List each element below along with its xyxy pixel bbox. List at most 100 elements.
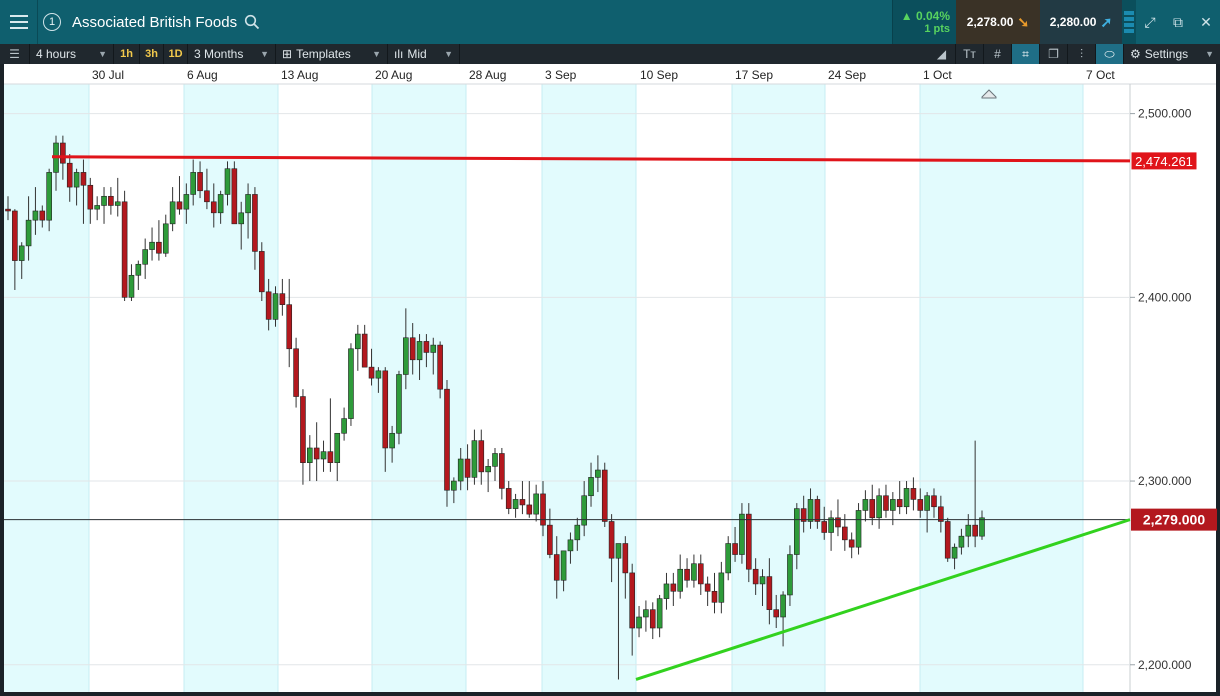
candle-body bbox=[677, 568, 683, 592]
candle-body bbox=[430, 344, 437, 353]
draw-line-icon[interactable]: ◢ bbox=[928, 44, 956, 64]
candle-body bbox=[697, 563, 704, 585]
grid-icon[interactable]: # bbox=[984, 44, 1012, 64]
templates-icon: ⊞ bbox=[282, 47, 293, 61]
x-tick-label: 30 Jul bbox=[92, 68, 124, 82]
list-icon[interactable]: ☰ bbox=[0, 44, 30, 64]
candle-body bbox=[348, 348, 354, 419]
menu-icon[interactable] bbox=[0, 0, 38, 44]
candle-body bbox=[355, 333, 361, 350]
candle-body bbox=[39, 210, 46, 221]
candle-body bbox=[574, 524, 581, 541]
candle-body bbox=[869, 499, 876, 519]
buy-price-button[interactable]: 2,280.00 ➚ bbox=[1040, 0, 1122, 44]
close-icon[interactable]: ✕ bbox=[1192, 0, 1220, 44]
candle-body bbox=[444, 388, 450, 491]
chevron-down-icon: ▼ bbox=[260, 49, 269, 59]
interval-select[interactable]: 4 hours ▼ bbox=[30, 44, 114, 64]
candle-body bbox=[821, 521, 828, 533]
indicator-icon[interactable]: ⫶ bbox=[1068, 44, 1096, 64]
search-icon[interactable] bbox=[241, 0, 263, 44]
chevron-down-icon: ▼ bbox=[444, 49, 453, 59]
buy-price: 2,280.00 bbox=[1049, 15, 1097, 29]
candle-body bbox=[245, 194, 251, 214]
crosshair-grid-icon[interactable]: ⌗ bbox=[1012, 44, 1040, 64]
candle-body bbox=[896, 499, 903, 508]
layers-icon[interactable]: ❐ bbox=[1040, 44, 1068, 64]
candle-body bbox=[553, 554, 560, 581]
candle-body bbox=[512, 499, 519, 509]
y-tick-label: 2,500.000 bbox=[1138, 107, 1192, 121]
candle-body bbox=[60, 142, 66, 164]
candle-body bbox=[903, 488, 910, 508]
candle-body bbox=[972, 524, 978, 537]
price-type-select[interactable]: ılı Mid ▼ bbox=[388, 44, 460, 64]
candle-body bbox=[114, 201, 121, 206]
settings-button[interactable]: ⚙ Settings ▼ bbox=[1124, 44, 1220, 64]
candles-icon: ılı bbox=[394, 47, 404, 61]
candle-body bbox=[540, 493, 546, 526]
market-depth-icon[interactable] bbox=[1122, 0, 1136, 44]
x-tick-label: 20 Aug bbox=[375, 68, 412, 82]
candle-body bbox=[814, 499, 821, 522]
candle-body bbox=[944, 521, 951, 559]
candle-body bbox=[842, 526, 848, 541]
candle-body bbox=[560, 550, 567, 581]
chevron-down-icon: ▼ bbox=[372, 49, 381, 59]
candle-body bbox=[25, 219, 32, 247]
candle-body bbox=[87, 184, 94, 210]
x-tick-label: 10 Sep bbox=[640, 68, 678, 82]
candle-body bbox=[636, 616, 642, 629]
candle-body bbox=[300, 396, 306, 463]
candle-body bbox=[183, 194, 190, 210]
candle-body bbox=[663, 583, 670, 599]
candle-body bbox=[704, 583, 711, 592]
candle-body bbox=[108, 195, 114, 206]
candle-body bbox=[375, 370, 382, 379]
chevron-down-icon: ▼ bbox=[98, 49, 107, 59]
candle-body bbox=[142, 249, 148, 265]
price-chart[interactable]: 30 Jul 6 Aug 13 Aug 20 Aug 28 Aug 3 Sep 10 Sep… bbox=[0, 64, 1220, 696]
x-tick-label: 17 Sep bbox=[735, 68, 773, 82]
candle-body bbox=[190, 172, 196, 195]
candle-body bbox=[759, 576, 766, 585]
interval-3h-button[interactable]: 3h bbox=[140, 44, 164, 64]
candle-body bbox=[361, 333, 368, 368]
settings-label: Settings bbox=[1144, 47, 1189, 61]
week-band bbox=[732, 84, 825, 692]
candle-body bbox=[643, 609, 649, 618]
chart-svg[interactable]: 30 Jul 6 Aug 13 Aug 20 Aug 28 Aug 3 Sep 10 Sep… bbox=[0, 64, 1220, 696]
text-tool-icon[interactable]: Tт bbox=[956, 44, 984, 64]
candle-body bbox=[739, 513, 745, 555]
candle-body bbox=[752, 568, 759, 585]
candle-body bbox=[492, 453, 498, 467]
candle-body bbox=[389, 432, 395, 449]
candle-body bbox=[773, 609, 780, 618]
candle-body bbox=[855, 510, 862, 548]
candle-body bbox=[533, 493, 539, 515]
candle-body bbox=[547, 524, 553, 555]
popout-icon[interactable]: ⧉ bbox=[1164, 0, 1192, 44]
templates-select[interactable]: ⊞ Templates ▼ bbox=[276, 44, 388, 64]
y-tick-label: 2,200.000 bbox=[1138, 658, 1192, 672]
interval-1d-button[interactable]: 1D bbox=[164, 44, 188, 64]
candle-body bbox=[917, 499, 924, 511]
candle-body bbox=[66, 162, 73, 188]
buy-arrow-icon: ➚ bbox=[1100, 13, 1113, 30]
resistance-price-label: 2,474.261 bbox=[1135, 154, 1193, 169]
candle-body bbox=[423, 341, 430, 353]
candle-body bbox=[279, 293, 286, 305]
candle-body bbox=[471, 440, 478, 478]
candle-body bbox=[224, 168, 231, 195]
tag-icon[interactable]: ⬭ bbox=[1096, 44, 1124, 64]
sell-price-button[interactable]: 2,278.00 ➘ bbox=[956, 0, 1040, 44]
candle-body bbox=[732, 543, 738, 555]
candle-body bbox=[601, 469, 608, 522]
link-group-badge[interactable]: 1 bbox=[38, 0, 66, 44]
range-select[interactable]: 3 Months ▼ bbox=[188, 44, 276, 64]
candle-body bbox=[931, 495, 937, 508]
candle-body bbox=[876, 495, 882, 519]
interval-1h-button[interactable]: 1h bbox=[114, 44, 140, 64]
candle-body bbox=[711, 590, 718, 603]
expand-icon[interactable]: ⤢ bbox=[1136, 0, 1164, 44]
